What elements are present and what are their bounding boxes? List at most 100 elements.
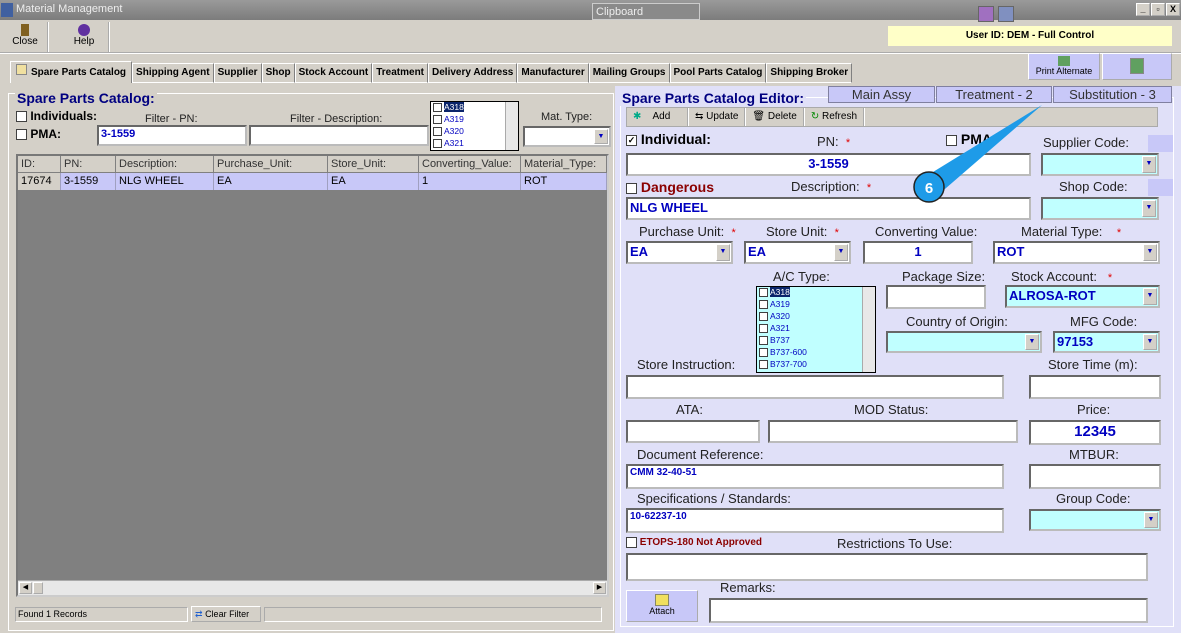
converting-value-input[interactable]: 1	[863, 241, 973, 264]
print-alternate-button[interactable]: Print Alternate	[1028, 53, 1100, 80]
scroll-right-icon[interactable]: ▶	[593, 582, 606, 594]
group-code-select[interactable]: ▼	[1029, 509, 1161, 531]
individual-checkbox[interactable]: ✓	[626, 134, 637, 146]
individual-field[interactable]: ✓ Individual:	[626, 131, 711, 147]
store-unit-select[interactable]: EA ▼	[744, 241, 851, 264]
column-header[interactable]: Store_Unit:	[328, 156, 419, 173]
cell-description: NLG WHEEL	[116, 173, 214, 190]
tab-substitution-3[interactable]: Substitution - 3	[1053, 86, 1172, 103]
refresh-button[interactable]: ↻ Refresh	[805, 108, 865, 126]
horizontal-scrollbar[interactable]: ◀ ▶	[18, 580, 607, 595]
store-instruction-input[interactable]	[626, 375, 1004, 399]
table-row[interactable]: 17674 3-1559 NLG WHEEL EA EA 1 ROT	[18, 173, 607, 190]
column-header[interactable]: Converting_Value:	[419, 156, 521, 173]
remarks-input[interactable]	[709, 598, 1148, 623]
chevron-down-icon[interactable]: ▼	[1142, 200, 1156, 217]
list-item[interactable]: A319	[757, 299, 875, 311]
add-button[interactable]: ✱ Add	[627, 108, 689, 126]
tab-stock-account[interactable]: Stock Account	[294, 63, 373, 83]
tab-shipping-broker[interactable]: Shipping Broker	[766, 63, 853, 83]
ac-type-filter-list[interactable]: A318 A319 A320 A321	[430, 101, 519, 151]
tab-spare-parts-catalog[interactable]: Spare Parts Catalog	[10, 61, 133, 83]
scroll-left-icon[interactable]: ◀	[19, 582, 32, 594]
mod-status-label: MOD Status:	[854, 402, 929, 417]
update-button[interactable]: ⇆ Update	[689, 108, 747, 126]
mod-status-input[interactable]	[768, 420, 1018, 443]
column-header[interactable]: PN:	[61, 156, 116, 173]
tab-treatment[interactable]: Treatment	[372, 63, 429, 83]
purchase-unit-select[interactable]: EA ▼	[626, 241, 733, 264]
chevron-down-icon[interactable]: ▼	[1025, 334, 1039, 350]
pma-checkbox[interactable]	[16, 129, 27, 141]
clear-filter-label: Clear Filter	[205, 609, 250, 619]
chevron-down-icon[interactable]: ▼	[1143, 288, 1157, 305]
country-of-origin-select[interactable]: ▼	[886, 331, 1042, 353]
export-excel-button[interactable]	[1102, 53, 1172, 80]
etops-checkbox[interactable]	[626, 537, 637, 548]
document-reference-input[interactable]: CMM 32-40-51	[626, 464, 1004, 489]
tab-pool-parts-catalog[interactable]: Pool Parts Catalog	[669, 63, 767, 83]
package-size-input[interactable]	[886, 285, 986, 309]
list-item[interactable]: A320	[757, 311, 875, 323]
close-button[interactable]: Close	[3, 22, 49, 52]
chevron-down-icon[interactable]: ▼	[1143, 334, 1157, 350]
column-header[interactable]: Purchase_Unit:	[214, 156, 328, 173]
tab-mailing-groups[interactable]: Mailing Groups	[588, 63, 670, 83]
column-header[interactable]: Material_Type:	[521, 156, 607, 173]
restrictions-input[interactable]	[626, 553, 1148, 581]
restore-button[interactable]: ▫	[1151, 3, 1165, 16]
list-item[interactable]: B737	[757, 335, 875, 347]
list-item[interactable]: B737-600	[757, 347, 875, 359]
chevron-down-icon[interactable]: ▼	[594, 129, 608, 144]
tab-shipping-agent[interactable]: Shipping Agent	[132, 63, 214, 83]
chevron-down-icon[interactable]: ▼	[1142, 156, 1156, 173]
tab-supplier[interactable]: Supplier	[213, 63, 262, 83]
tab-delivery-address[interactable]: Delivery Address	[428, 63, 518, 83]
dangerous-field[interactable]: Dangerous	[626, 179, 714, 195]
scroll-thumb[interactable]	[33, 582, 43, 594]
attach-button[interactable]: Attach	[626, 590, 698, 622]
list-item[interactable]: B737-700	[757, 359, 875, 371]
column-header[interactable]: Description:	[116, 156, 214, 173]
material-type-select[interactable]: ROT ▼	[993, 241, 1160, 264]
door-icon	[21, 24, 29, 36]
chevron-down-icon[interactable]: ▼	[1143, 244, 1157, 261]
clipboard-button[interactable]: Clipboard	[592, 3, 700, 20]
etops-field[interactable]: ETOPS-180 Not Approved	[626, 537, 762, 548]
specifications-input[interactable]: 10-62237-10	[626, 508, 1004, 533]
list-item[interactable]: A318	[757, 287, 875, 299]
tab-shop[interactable]: Shop	[261, 63, 295, 83]
list-scrollbar[interactable]	[505, 102, 518, 150]
tab-manufacturer[interactable]: Manufacturer	[517, 63, 589, 83]
column-header[interactable]: ID:	[18, 156, 61, 173]
filter-description-input[interactable]	[249, 125, 429, 146]
mfg-code-select[interactable]: 97153 ▼	[1053, 331, 1160, 353]
stock-account-select[interactable]: ALROSA-ROT ▼	[1005, 285, 1160, 308]
store-time-input[interactable]	[1029, 375, 1161, 399]
mat-type-select[interactable]: ▼	[523, 126, 611, 147]
clipboard-s-icon[interactable]	[978, 6, 994, 22]
mtbur-input[interactable]	[1029, 464, 1161, 489]
close-window-button[interactable]: X	[1166, 3, 1180, 16]
dangerous-checkbox[interactable]	[626, 182, 637, 194]
supplier-code-button[interactable]	[1148, 135, 1173, 152]
chevron-down-icon[interactable]: ▼	[1144, 512, 1158, 528]
list-scrollbar[interactable]	[862, 287, 875, 372]
chevron-down-icon[interactable]: ▼	[834, 244, 848, 261]
list-item[interactable]: A321	[757, 323, 875, 335]
shop-code-button[interactable]	[1148, 179, 1173, 196]
chevron-down-icon[interactable]: ▼	[716, 244, 730, 261]
individuals-checkbox[interactable]	[16, 111, 27, 123]
individuals-filter[interactable]: Individuals:	[16, 109, 97, 123]
help-button[interactable]: Help	[60, 22, 110, 52]
filter-pn-input[interactable]: 3-1559	[97, 125, 247, 146]
clear-filter-button[interactable]: ⇄ Clear Filter	[191, 606, 261, 622]
restrictions-label: Restrictions To Use:	[837, 536, 953, 551]
price-input[interactable]: 12345	[1029, 420, 1161, 445]
app-switch-icon[interactable]	[998, 6, 1014, 22]
ac-type-list[interactable]: A318 A319 A320 A321 B737 B737-600 B737-7…	[756, 286, 876, 373]
delete-button[interactable]: 🗑 Delete	[746, 108, 805, 126]
pma-filter[interactable]: PMA:	[16, 127, 61, 141]
minimize-button[interactable]: _	[1136, 3, 1150, 16]
ata-input[interactable]	[626, 420, 760, 443]
